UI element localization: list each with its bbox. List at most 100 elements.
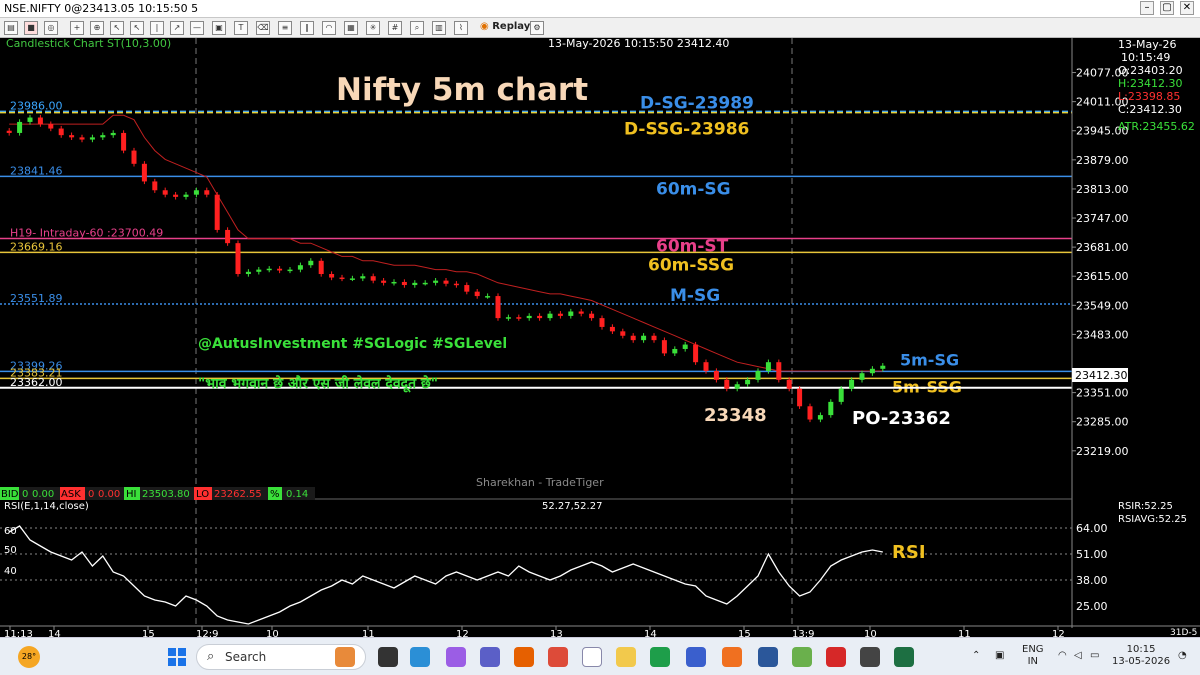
candle-body	[713, 371, 719, 380]
trendline-icon[interactable]: ↗	[170, 21, 184, 35]
ohlc-date: 13-May-26	[1118, 38, 1176, 51]
search-icon: ⌕	[207, 649, 215, 664]
line-chart-icon[interactable]: ⌇	[454, 21, 468, 35]
candle-body	[89, 137, 95, 140]
tray-app-icon[interactable]: ▣	[995, 650, 1004, 662]
close-button[interactable]: ✕	[1180, 1, 1194, 15]
clock[interactable]: 10:15 13-05-2026	[1112, 644, 1170, 668]
intraday-icon[interactable]: ▤	[4, 21, 18, 35]
windows-taskbar: 28° ⌕ Search ⌃ ▣ ENG IN ◠ ◁ ▭ 10:15 13-05-…	[0, 637, 1200, 675]
candle-body	[453, 283, 459, 286]
candle-body	[204, 190, 210, 195]
firefox-icon[interactable]	[514, 647, 534, 667]
level-price-label-60mssg: 23669.16	[10, 240, 63, 253]
app-icon[interactable]	[582, 647, 602, 667]
eraser-icon[interactable]: ⌫	[256, 21, 270, 35]
copilot-icon[interactable]	[446, 647, 466, 667]
pointer-icon[interactable]: ↖	[110, 21, 124, 35]
candle-body	[308, 260, 314, 266]
vertical-line-icon[interactable]: |	[150, 21, 164, 35]
chart-area[interactable]: 23986.00 D-SG-23989 D-SSG-23986 23841.46 60m…	[0, 37, 1200, 640]
stop-icon[interactable]: ■	[24, 21, 38, 35]
candle-body	[869, 368, 875, 374]
chart-title: Nifty 5m chart	[336, 72, 588, 108]
media-icon[interactable]	[860, 647, 880, 667]
candle-body	[693, 344, 699, 363]
settings-gear-icon[interactable]: ⚙	[530, 21, 544, 35]
candle-body	[297, 265, 303, 270]
candle-body	[724, 379, 730, 389]
candle-body	[318, 260, 324, 275]
text-tool-icon[interactable]: T	[234, 21, 248, 35]
teams-icon[interactable]	[480, 647, 500, 667]
candle-body	[131, 150, 137, 164]
lo-value: 23262.55	[214, 489, 262, 500]
replay-label: Replay	[492, 21, 531, 32]
notifications-icon[interactable]: ◔	[1178, 650, 1187, 662]
volume-icon[interactable]: ◁	[1074, 650, 1082, 662]
candle-body	[349, 278, 355, 280]
language-indicator[interactable]: ENG IN	[1022, 644, 1044, 668]
chrome-icon[interactable]	[548, 647, 568, 667]
gann-grid-icon[interactable]: #	[388, 21, 402, 35]
blue-app-icon[interactable]	[686, 647, 706, 667]
candle-body	[786, 379, 792, 389]
candle-body	[235, 243, 241, 275]
zoom-area-icon[interactable]: ⌕	[410, 21, 424, 35]
candle-body	[214, 194, 220, 230]
cursor-icon[interactable]: ↖	[130, 21, 144, 35]
wifi-icon[interactable]: ◠	[1058, 650, 1067, 662]
candle-body	[797, 388, 803, 407]
excel-icon[interactable]	[894, 647, 914, 667]
rsi-indicator-label: RSI(E,1,14,close)	[4, 501, 89, 512]
maximize-button[interactable]: ▢	[1160, 1, 1174, 15]
weather-icon[interactable]: 28°	[18, 646, 40, 668]
replay-button[interactable]: ◉ Replay	[480, 21, 530, 32]
hi-value: 23503.80	[142, 489, 190, 500]
task-view-icon[interactable]	[378, 647, 398, 667]
candle-body	[152, 181, 158, 191]
crosshair-icon[interactable]: +	[70, 21, 84, 35]
rsi-label: RSI	[892, 542, 926, 563]
candle-body	[672, 348, 678, 354]
word-icon[interactable]	[758, 647, 778, 667]
chart-toolbar: ▤ ■ ◎ + ⊕ ↖ ↖ | ↗ — ▣ T ⌫ ≡ ∥ ◠ ▦ ✳ # ⌕ …	[0, 18, 1200, 38]
battery-icon[interactable]: ▭	[1090, 650, 1099, 662]
tradetiger-icon[interactable]	[722, 647, 742, 667]
price-tick-label: 23285.00	[1076, 416, 1129, 429]
tray-chevron-icon[interactable]: ⌃	[972, 650, 980, 662]
cube-icon[interactable]: ▣	[212, 21, 226, 35]
pdf-icon[interactable]	[826, 647, 846, 667]
file-explorer-icon[interactable]	[616, 647, 636, 667]
replay-icon: ◉	[480, 21, 489, 32]
ohlc-low: L:23398.85	[1118, 90, 1180, 103]
rsi-tick-label: 38.00	[1076, 574, 1108, 587]
edge-icon[interactable]	[410, 647, 430, 667]
search-highlight-icon[interactable]	[335, 647, 355, 667]
arc-icon[interactable]: ◠	[322, 21, 336, 35]
minimize-button[interactable]: –	[1140, 1, 1154, 15]
candle-body	[703, 362, 709, 372]
level-price-label-dsg: 23986.00	[10, 99, 63, 112]
candle-body	[495, 296, 501, 319]
horizontal-line-icon[interactable]: —	[190, 21, 204, 35]
candle-body	[817, 415, 823, 420]
candle-body	[339, 277, 345, 280]
candle-body	[412, 282, 418, 286]
globe-icon[interactable]	[792, 647, 812, 667]
chart-canvas[interactable]: 23986.00 D-SG-23989 D-SSG-23986 23841.46 60m…	[0, 37, 1200, 640]
channel-icon[interactable]: ∥	[300, 21, 314, 35]
price-tick-label: 23813.00	[1076, 183, 1129, 196]
bar-chart-icon[interactable]: ▥	[432, 21, 446, 35]
grid-icon[interactable]: ▦	[344, 21, 358, 35]
windows-start-icon[interactable]	[168, 648, 186, 666]
tgt-icon[interactable]: ◎	[44, 21, 58, 35]
candle-body	[422, 282, 428, 285]
lo-label: LO	[196, 489, 209, 500]
rsi-tick-label: 51.00	[1076, 548, 1108, 561]
zoom-icon[interactable]: ⊕	[90, 21, 104, 35]
hindi-annotation: "भाव भगवान छे और एस जी लेवल देवदूत छे"	[198, 375, 438, 393]
gann-icon[interactable]: ✳	[366, 21, 380, 35]
fibonacci-icon[interactable]: ≡	[278, 21, 292, 35]
green-app-icon[interactable]	[650, 647, 670, 667]
